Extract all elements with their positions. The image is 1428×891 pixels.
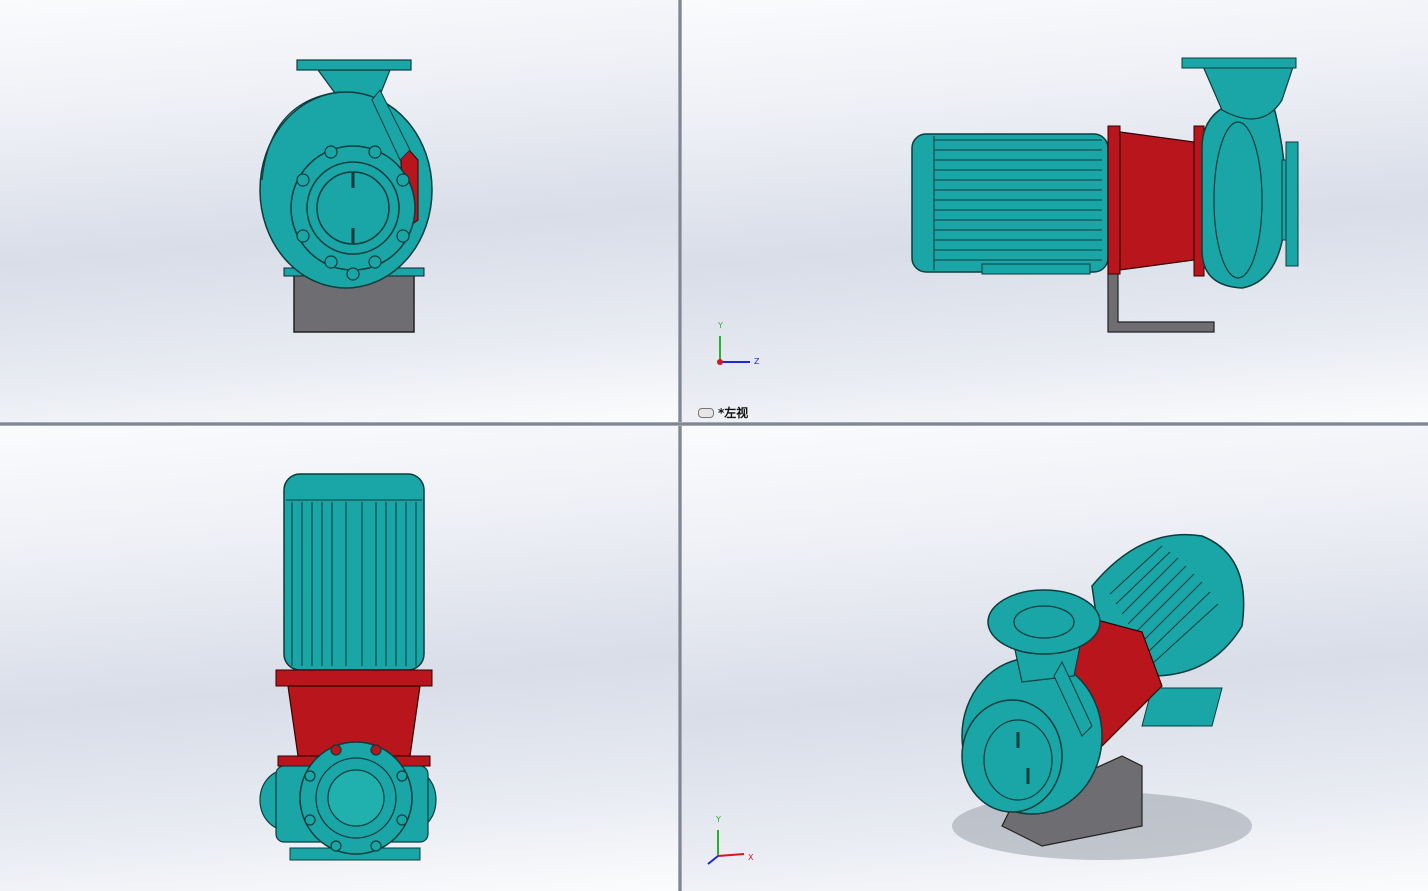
viewport-divider-horizontal[interactable] bbox=[0, 422, 1428, 426]
axis-y-label: Y bbox=[717, 321, 723, 330]
view-orientation-icon bbox=[698, 407, 714, 418]
axis-x-label: X bbox=[748, 853, 754, 862]
view-name: *左视 bbox=[718, 406, 749, 420]
viewport-divider-vertical[interactable] bbox=[678, 0, 682, 891]
axis-y-label: Y bbox=[715, 815, 721, 824]
view-label[interactable]: *左视 bbox=[698, 404, 748, 421]
viewport-isometric[interactable]: Y X bbox=[682, 426, 1428, 891]
pump-front-view bbox=[259, 59, 433, 333]
viewport-left-view[interactable]: Y Z *左视 bbox=[682, 0, 1428, 422]
pump-top-view bbox=[259, 473, 437, 861]
axis-triad: Y Z bbox=[717, 321, 760, 366]
viewport-front[interactable] bbox=[0, 0, 678, 422]
axis-z-label: Z bbox=[754, 357, 760, 366]
viewport-top-view[interactable] bbox=[0, 426, 678, 891]
axis-triad-iso: Y X bbox=[707, 815, 754, 865]
